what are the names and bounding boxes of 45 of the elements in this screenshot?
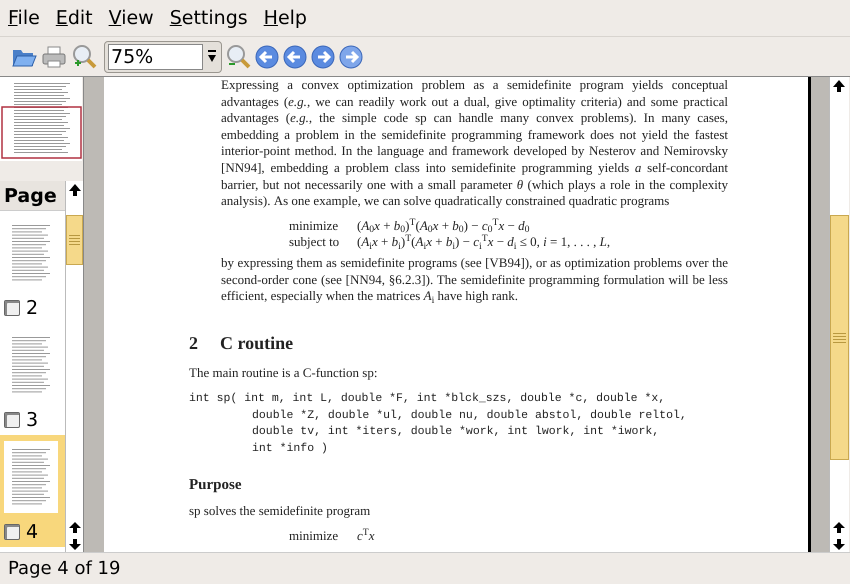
last-page-icon[interactable] bbox=[338, 44, 364, 70]
next-page-icon[interactable] bbox=[310, 44, 336, 70]
formula: (A$_{0}$x + b$_{0}$)$^{T}$(A$_{0}$x + b$_{0}$) − c$_{0}$$^{T}$x − d$_{0}$ bbox=[357, 218, 530, 234]
status-text: Page 4 of 19 bbox=[0, 552, 850, 584]
code-line: double tv, int *iters, double *work, int lwork, int *iwork, bbox=[251, 424, 660, 440]
scrollbar[interactable] bbox=[829, 77, 849, 552]
checkbox[interactable] bbox=[4, 412, 20, 428]
section-title: C routine bbox=[220, 332, 294, 355]
menu-item[interactable]: Help bbox=[264, 4, 307, 32]
previous-page-icon[interactable] bbox=[282, 44, 308, 70]
code-line: int *info ) bbox=[251, 440, 329, 457]
equation-label: minimize bbox=[289, 218, 340, 234]
first-page-icon[interactable] bbox=[254, 44, 280, 70]
page-number: 3 bbox=[26, 409, 38, 431]
page-overview-thumbnail[interactable] bbox=[0, 77, 82, 161]
checkbox[interactable] bbox=[4, 524, 20, 540]
section-number: 2 bbox=[189, 332, 198, 355]
code-line: int sp( int m, int L, double *F, int *blck_szs, double *c, double *x, bbox=[189, 391, 666, 408]
menu-item[interactable]: View bbox=[108, 4, 154, 32]
subheading: Purpose bbox=[189, 476, 242, 496]
menu-item[interactable]: Settings bbox=[170, 4, 248, 32]
checkbox[interactable] bbox=[4, 300, 20, 316]
dropdown-arrow-icon bbox=[206, 50, 218, 64]
equation-label: minimize bbox=[289, 528, 340, 544]
printer-icon[interactable] bbox=[40, 44, 68, 68]
paragraph: sp solves the semidefinite program bbox=[189, 503, 372, 520]
thumbnail-item[interactable]: 4 bbox=[0, 435, 65, 547]
zoom-combo[interactable]: 75% bbox=[104, 40, 222, 72]
formula: c$^{T}$x bbox=[357, 528, 375, 544]
page-thumbnail bbox=[4, 441, 58, 513]
zoom-in-icon[interactable] bbox=[70, 42, 98, 70]
zoom-value[interactable]: 75% bbox=[108, 44, 203, 70]
menu-item[interactable]: File bbox=[8, 4, 40, 32]
scrollbar[interactable] bbox=[65, 181, 83, 552]
paragraph: by expressing them as semidefinite programs (see [VB94]), or as optimization problems over the second-order cone (see [NN94, §6.2.3]). The semidefinite programming formulation will be less efficient, especially when the matrices A$_{i}$ have high rank. bbox=[221, 254, 728, 305]
page-number: 2 bbox=[26, 297, 38, 319]
scrollbar-thumb bbox=[66, 215, 83, 265]
column-header[interactable]: Page bbox=[0, 181, 65, 211]
page-number: 4 bbox=[26, 521, 38, 543]
paragraph: Expressing a convex optimization problem as a semidefinite program yields conceptual advantages (e.g., we can readily work out a dual, give optimality criteria) and some practical advantages (e.g., the simple code sp can handle many convex problems). In many cases, embedding a problem in the semidefinite programming framework does not yield the fastest interior-point method. In the language and framework developed by Nesterov and Nemirovsky [NN94], embedding a problem class into semidefinite programming yields a self-concordant barrier, but not necessarily one with a small parameter θ (which plays a role in the complexity analysis). As one example, we can solve quadratically constrained quadratic programs bbox=[221, 77, 728, 210]
formula: (A$_{i}$x + b$_{i}$)$^{T}$(A$_{i}$x + b$_{i}$) − c$_{i}$$^{T}$x − d$_{i}$ ≤ 0, i = 1, . . . , L, bbox=[357, 234, 610, 251]
equation-label: subject to bbox=[289, 234, 340, 251]
code-line: double *Z, double *ul, double nu, double abstol, double reltol, bbox=[251, 408, 688, 424]
menu-item[interactable]: Edit bbox=[56, 4, 93, 32]
paragraph: The main routine is a C-function sp: bbox=[189, 364, 378, 382]
